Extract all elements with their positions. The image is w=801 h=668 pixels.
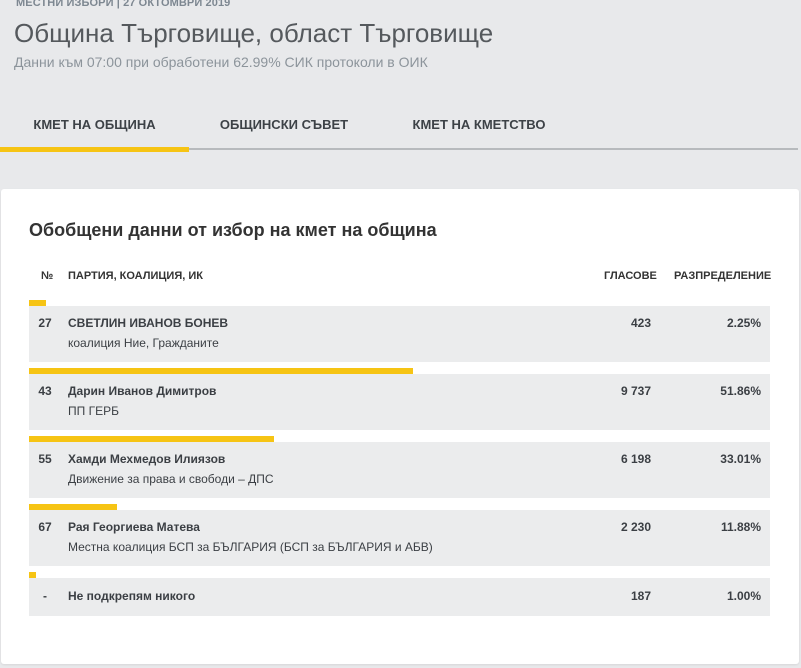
tab-municipal-council[interactable]: ОБЩИНСКИ СЪВЕТ xyxy=(189,98,379,150)
candidate-party: Движение за права и свободи – ДПС xyxy=(68,472,274,486)
candidate-votes: 423 xyxy=(630,316,651,330)
candidate-number: 27 xyxy=(38,316,52,330)
candidate-percentage: 11.88% xyxy=(720,520,761,534)
table-row: 43 Дарин Иванов Димитров ПП ГЕРБ 9 737 5… xyxy=(29,374,770,430)
candidate-votes: 2 230 xyxy=(620,520,651,534)
candidate-number: - xyxy=(43,589,47,603)
column-header-votes: ГЛАСОВЕ xyxy=(604,270,657,282)
candidate-percentage: 51.86% xyxy=(720,384,761,398)
tab-mayor-of-town[interactable]: КМЕТ НА КМЕТСТВО xyxy=(379,98,579,150)
candidate-name: Хамди Мехмедов Илиязов xyxy=(68,452,226,466)
candidate-votes: 9 737 xyxy=(620,384,651,398)
candidate-name: СВЕТЛИН ИВАНОВ БОНЕВ xyxy=(68,316,229,330)
candidate-percentage: 1.00% xyxy=(726,589,761,603)
table-row: 27 СВЕТЛИН ИВАНОВ БОНЕВ коалиция Ние, Гр… xyxy=(29,306,770,362)
table-row: 67 Рая Георгиева Матева Местна коалиция … xyxy=(29,510,770,566)
column-header-distribution: РАЗПРЕДЕЛЕНИЕ xyxy=(674,270,772,282)
candidate-party: Местна коалиция БСП за БЪЛГАРИЯ (БСП за … xyxy=(68,540,433,554)
column-header-number: № xyxy=(41,270,54,282)
table-row: 55 Хамди Мехмедов Илиязов Движение за пр… xyxy=(29,442,770,498)
candidate-votes: 6 198 xyxy=(620,452,651,466)
page-header: МЕСТНИ ИЗБОРИ | 27 ОКТОМВРИ 2019 Община … xyxy=(0,0,801,152)
candidate-percentage: 33.01% xyxy=(720,452,761,466)
candidate-votes: 187 xyxy=(630,589,651,603)
election-label: МЕСТНИ ИЗБОРИ | 27 ОКТОМВРИ 2019 xyxy=(16,0,231,9)
candidate-number: 55 xyxy=(38,452,52,466)
candidate-name: Дарин Иванов Димитров xyxy=(68,384,217,398)
results-title: Обобщени данни от избор на кмет на общин… xyxy=(29,220,437,240)
results-card: Обобщени данни от избор на кмет на общин… xyxy=(1,189,799,664)
page-title: Община Търговище, област Търговище xyxy=(14,18,494,48)
table-row: - Не подкрепям никого 187 1.00% xyxy=(29,578,770,616)
tab-mayor-of-municipality[interactable]: КМЕТ НА ОБЩИНА xyxy=(0,98,189,152)
candidate-party: ПП ГЕРБ xyxy=(68,404,119,418)
candidate-name: Рая Георгиева Матева xyxy=(68,520,200,534)
data-status-subtitle: Данни към 07:00 при обработени 62.99% СИ… xyxy=(14,54,428,70)
column-header-party: ПАРТИЯ, КОАЛИЦИЯ, ИК xyxy=(68,270,203,282)
candidate-percentage: 2.25% xyxy=(726,316,761,330)
candidate-party: коалиция Ние, Гражданите xyxy=(68,336,219,350)
candidate-number: 67 xyxy=(38,520,52,534)
results-tabs: КМЕТ НА ОБЩИНА ОБЩИНСКИ СЪВЕТ КМЕТ НА КМ… xyxy=(0,98,798,152)
candidate-name: Не подкрепям никого xyxy=(68,589,196,603)
candidate-number: 43 xyxy=(38,384,52,398)
